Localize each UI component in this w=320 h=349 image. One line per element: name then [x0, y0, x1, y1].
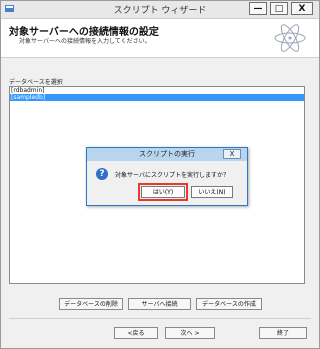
- minimize-button[interactable]: —: [249, 2, 267, 15]
- close-button[interactable]: X: [291, 2, 313, 15]
- next-button[interactable]: 次へ >: [165, 327, 215, 339]
- database-item-rdbadmin[interactable]: [rdbadmin]: [10, 87, 304, 94]
- maximize-button[interactable]: □: [270, 2, 288, 15]
- connect-server-button[interactable]: サーバへ接続: [128, 298, 191, 310]
- back-button[interactable]: <戻る: [114, 327, 158, 339]
- question-icon: ?: [96, 168, 108, 180]
- atom-icon: [274, 24, 306, 52]
- dialog-message: 対象サーバにスクリプトを実行しますか？: [115, 172, 229, 179]
- page-subtitle: 対象サーバーへの接続情報を入力してください。: [19, 38, 151, 45]
- wizard-window: スクリプト ウィザード — □ X 対象サーバーへの接続情報の設定 対象サーバー…: [0, 0, 320, 349]
- wizard-header: 対象サーバーへの接続情報の設定 対象サーバーへの接続情報を入力してください。: [1, 19, 319, 58]
- divider: [9, 318, 311, 319]
- window-controls: — □ X: [249, 2, 313, 16]
- database-item-sampledb[interactable]: [sampledb]: [10, 94, 304, 101]
- script-run-dialog: スクリプトの実行 X ? 対象サーバにスクリプトを実行しますか？ はい(Y) い…: [86, 147, 248, 206]
- dialog-title-bar: スクリプトの実行 X: [87, 148, 247, 161]
- dialog-close-button[interactable]: X: [223, 149, 241, 159]
- no-button[interactable]: いいえ(N): [191, 186, 233, 198]
- database-select-label: データベースを選択: [9, 79, 63, 86]
- create-database-button[interactable]: データベースの作成: [196, 298, 262, 310]
- title-bar: スクリプト ウィザード — □ X: [1, 1, 319, 19]
- delete-database-button[interactable]: データベースの削除: [59, 298, 123, 310]
- yes-button[interactable]: はい(Y): [141, 186, 185, 198]
- finish-button[interactable]: 終了: [259, 327, 307, 339]
